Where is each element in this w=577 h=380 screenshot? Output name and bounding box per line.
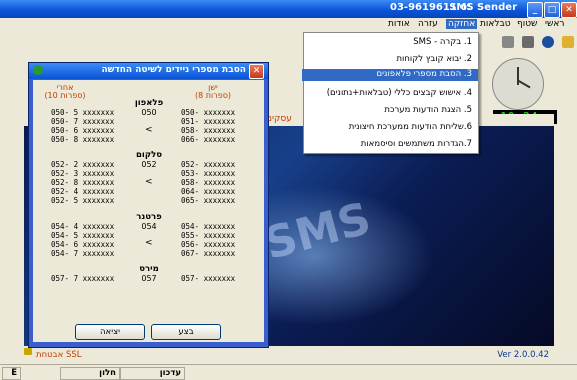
dialog-close-button[interactable]: ✕ bbox=[249, 64, 264, 79]
new-number: 052- 5 xxxxxxx bbox=[51, 196, 115, 205]
new-number: 052- 4 xxxxxxx bbox=[51, 187, 115, 196]
old-number: 056- xxxxxxx bbox=[181, 240, 236, 249]
execute-button[interactable]: בצע bbox=[151, 324, 221, 340]
old-number: 052- xxxxxxx bbox=[181, 160, 236, 169]
new-number: 054- 4 xxxxxxx bbox=[51, 222, 115, 231]
dropdown-item-user-settings[interactable]: 7.הגדרות משתמשים וסיסמאות bbox=[308, 139, 472, 149]
group-code: 052 bbox=[141, 160, 157, 169]
new-number: 050- 7 xxxxxxx bbox=[51, 117, 115, 126]
dropdown-item-convert-phones[interactable]: 3. הסבת מספרי פלאפונים bbox=[302, 69, 478, 81]
window-title: SMS Sender bbox=[449, 2, 517, 13]
arrow-icon: < bbox=[145, 125, 153, 135]
group-code: 050 bbox=[141, 108, 157, 117]
dialog-title-bar: הסבת מספרי ניידים לשיטה החדשה ✕ bbox=[29, 63, 268, 79]
status-window: חלון bbox=[60, 367, 120, 380]
clock-hand-hour bbox=[517, 79, 531, 89]
window-title-phone: 03-9619611 bbox=[390, 2, 457, 13]
new-number: 050- 6 xxxxxxx bbox=[51, 126, 115, 135]
group-name: סלקום bbox=[135, 150, 162, 160]
menu-item-about[interactable]: אודות bbox=[388, 19, 410, 29]
new-number: 052- 8 xxxxxxx bbox=[51, 178, 115, 187]
group-code: 054 bbox=[141, 222, 157, 231]
lock-icon bbox=[24, 348, 32, 355]
dropdown-item-sms-control[interactable]: 1. בקרה - SMS bbox=[308, 37, 472, 47]
old-number: 051- xxxxxxx bbox=[181, 117, 236, 126]
group-code: 057 bbox=[141, 274, 157, 283]
group-name: מירס bbox=[139, 264, 159, 274]
old-number: 057- xxxxxxx bbox=[181, 274, 236, 283]
minimize-button[interactable]: _ bbox=[527, 2, 543, 18]
col-old-sub: (8 ספרות) bbox=[194, 91, 232, 100]
ssl-label: אבטחת SSL bbox=[36, 350, 82, 360]
globe-icon[interactable] bbox=[542, 36, 554, 48]
title-bar: 03-9619611 ס: SMS Sender _ □ ✕ bbox=[0, 0, 577, 18]
menu-item-shotef[interactable]: שטוף bbox=[517, 19, 537, 29]
old-number: 066- xxxxxxx bbox=[181, 135, 236, 144]
status-update: עדכון bbox=[120, 367, 185, 380]
analog-clock bbox=[492, 58, 544, 110]
version-label: Ver 2.0.0.42 bbox=[497, 350, 549, 360]
new-number: 052- 3 xxxxxxx bbox=[51, 169, 115, 178]
menu-item-maintenance[interactable]: אחזקה bbox=[446, 19, 478, 29]
old-number: 058- xxxxxxx bbox=[181, 126, 236, 135]
menu-item-main[interactable]: ראשי bbox=[545, 19, 565, 29]
old-number: 050- xxxxxxx bbox=[181, 108, 236, 117]
new-number: 054- 5 xxxxxxx bbox=[51, 231, 115, 240]
exit-button[interactable]: יציאה bbox=[75, 324, 145, 340]
status-e: E bbox=[2, 367, 21, 380]
old-number: 053- xxxxxxx bbox=[181, 169, 236, 178]
toolbar bbox=[478, 32, 577, 54]
maximize-button[interactable]: □ bbox=[544, 2, 560, 18]
menu-bar: ראשי שטוף טבלאות אחזקה עזרה אודות bbox=[0, 18, 577, 32]
dialog-title: הסבת מספרי ניידים לשיטה החדשה bbox=[101, 65, 246, 75]
app-window: 03-9619611 ס: SMS Sender _ □ ✕ ראשי שטוף… bbox=[0, 0, 577, 380]
old-number: 064- xxxxxxx bbox=[181, 187, 236, 196]
close-button[interactable]: ✕ bbox=[561, 2, 577, 18]
globe-icon bbox=[33, 65, 43, 75]
old-number: 067- xxxxxxx bbox=[181, 249, 236, 258]
new-number: 054- 7 xxxxxxx bbox=[51, 249, 115, 258]
arrow-icon: < bbox=[145, 177, 153, 187]
dialog-body: ישן (8 ספרות) אחרי (10 ספרות) פלאפון 050… bbox=[33, 80, 264, 342]
col-new-sub: (10 ספרות) bbox=[44, 91, 86, 100]
group-name: פלאפון bbox=[134, 98, 164, 108]
dropdown-item-system-messages[interactable]: 5. הצגת הודעות מערכת bbox=[308, 105, 472, 115]
dropdown-item-verify-files[interactable]: 4. אישוש קבצים כללי (טבלאות+נתונים) bbox=[308, 88, 472, 98]
old-number: 058- xxxxxxx bbox=[181, 178, 236, 187]
header-label: עסקים bbox=[266, 114, 292, 124]
folder-icon[interactable] bbox=[562, 36, 574, 48]
dropdown-item-import-customers[interactable]: 2. יבוא קובץ לקוחות bbox=[308, 54, 472, 64]
old-number: 065- xxxxxxx bbox=[181, 196, 236, 205]
new-number: 057- 7 xxxxxxx bbox=[51, 274, 115, 283]
convert-dialog: הסבת מספרי ניידים לשיטה החדשה ✕ ישן (8 ס… bbox=[28, 62, 269, 348]
status-bar: עדכון חלון E bbox=[0, 364, 577, 380]
dropdown-item-external-send[interactable]: 6.שליחת הודעות ממערכת חיצונית bbox=[308, 122, 472, 132]
new-number: 050- 8 xxxxxxx bbox=[51, 135, 115, 144]
old-number: 055- xxxxxxx bbox=[181, 231, 236, 240]
old-number: 054- xxxxxxx bbox=[181, 222, 236, 231]
menu-item-tables[interactable]: טבלאות bbox=[480, 19, 511, 29]
arrow-icon: < bbox=[145, 238, 153, 248]
maintenance-dropdown: 1. בקרה - SMS 2. יבוא קובץ לקוחות 3. הסב… bbox=[302, 32, 479, 154]
new-number: 050- 5 xxxxxxx bbox=[51, 108, 115, 117]
new-number: 052- 2 xxxxxxx bbox=[51, 160, 115, 169]
printer-icon[interactable] bbox=[522, 36, 534, 48]
menu-item-help[interactable]: עזרה bbox=[418, 19, 438, 29]
group-name: פרטנר bbox=[136, 212, 162, 222]
new-number: 054- 6 xxxxxxx bbox=[51, 240, 115, 249]
tools-icon[interactable] bbox=[502, 36, 514, 48]
